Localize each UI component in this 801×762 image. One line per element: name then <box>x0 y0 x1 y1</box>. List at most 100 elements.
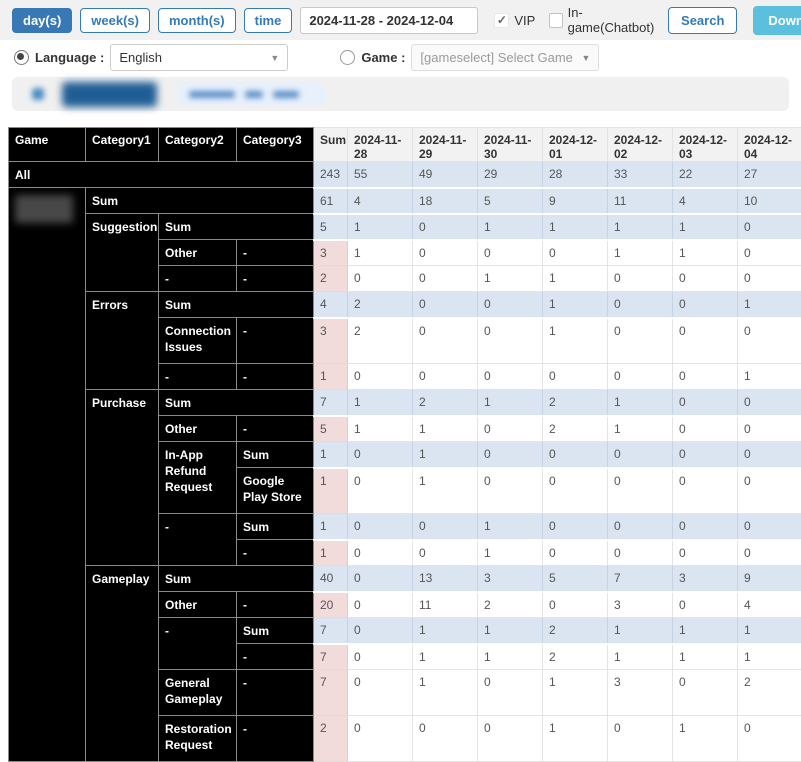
language-select[interactable]: English ▼ <box>110 44 288 71</box>
value-cell: 0 <box>413 318 478 364</box>
ingame-checkbox[interactable]: ✓ In-game(Chatbot) <box>549 5 656 35</box>
value-cell: 1 <box>738 292 801 318</box>
check-icon: ✓ <box>497 14 507 26</box>
chevron-down-icon: ▼ <box>582 53 591 63</box>
value-cell: 0 <box>413 240 478 266</box>
value-cell: 0 <box>543 442 608 468</box>
value-cell: 0 <box>738 214 801 240</box>
value-cell: 0 <box>543 364 608 390</box>
redacted-button-group[interactable] <box>177 82 325 106</box>
value-cell: 1 <box>413 670 478 716</box>
header-cell-game: Game <box>9 128 86 162</box>
value-cell: 0 <box>608 364 673 390</box>
vip-checkbox[interactable]: ✓ VIP <box>494 13 535 28</box>
value-cell: 1 <box>478 390 543 416</box>
language-radio[interactable] <box>14 50 29 65</box>
value-cell: 0 <box>478 240 543 266</box>
header-cell-2024-12-03: 2024-12-03 <box>673 128 738 162</box>
value-cell: 5 <box>543 566 608 592</box>
category-cell: Other <box>159 592 237 618</box>
search-button[interactable]: Search <box>668 7 737 34</box>
category-cell: Sum <box>237 442 314 468</box>
value-cell: 5 <box>478 188 543 214</box>
value-cell: 0 <box>413 266 478 292</box>
value-cell: 0 <box>673 442 738 468</box>
value-cell: 0 <box>478 468 543 514</box>
value-cell: 3 <box>608 592 673 618</box>
sum-cell: 1 <box>314 514 348 540</box>
period-button-days[interactable]: day(s) <box>12 8 72 33</box>
value-cell: 0 <box>348 566 413 592</box>
sum-cell: 7 <box>314 670 348 716</box>
value-cell: 28 <box>543 162 608 188</box>
game-cell <box>9 188 86 762</box>
header-cell-2024-12-04: 2024-12-04 <box>738 128 801 162</box>
value-cell: 2 <box>413 390 478 416</box>
value-cell: 1 <box>738 364 801 390</box>
date-range-input[interactable] <box>300 7 478 34</box>
category-cell: Sum <box>159 566 314 592</box>
value-cell: 0 <box>738 442 801 468</box>
value-cell: 0 <box>673 540 738 566</box>
redacted-primary-button[interactable] <box>62 82 157 107</box>
value-cell: 0 <box>413 214 478 240</box>
category-cell: - <box>159 514 237 566</box>
sum-cell: 2 <box>314 266 348 292</box>
category-cell: - <box>237 540 314 566</box>
value-cell: 0 <box>348 592 413 618</box>
value-cell: 1 <box>673 618 738 644</box>
value-cell: 0 <box>478 292 543 318</box>
category-cell: In-App Refund Request <box>159 442 237 514</box>
value-cell: 3 <box>673 566 738 592</box>
value-cell: 18 <box>413 188 478 214</box>
category-cell: Sum <box>86 188 314 214</box>
value-cell: 7 <box>608 566 673 592</box>
value-cell: 0 <box>673 318 738 364</box>
category-cell: - <box>237 670 314 716</box>
value-cell: 1 <box>413 468 478 514</box>
header-cell-category1: Category1 <box>86 128 159 162</box>
vip-checkbox-box[interactable]: ✓ <box>494 13 509 28</box>
game-select[interactable]: [gameselect] Select Game ▼ <box>411 44 599 71</box>
period-button-weeks[interactable]: week(s) <box>80 8 150 33</box>
value-cell: 33 <box>608 162 673 188</box>
game-name-redacted <box>15 195 73 223</box>
value-cell: 0 <box>738 240 801 266</box>
value-cell: 0 <box>348 644 413 670</box>
period-button-time[interactable]: time <box>244 8 293 33</box>
language-select-value: English <box>119 50 162 65</box>
category-cell: Errors <box>86 292 159 390</box>
value-cell: 1 <box>673 240 738 266</box>
download-button[interactable]: Download <box>753 6 801 35</box>
value-cell: 0 <box>543 468 608 514</box>
sum-cell: 40 <box>314 566 348 592</box>
sum-cell: 3 <box>314 318 348 364</box>
top-toolbar: day(s) week(s) month(s) time ✓ VIP ✓ In-gam… <box>0 0 801 40</box>
value-cell: 0 <box>413 540 478 566</box>
redacted-text <box>273 91 299 98</box>
value-cell: 0 <box>738 540 801 566</box>
value-cell: 55 <box>348 162 413 188</box>
period-buttons: day(s) week(s) month(s) time <box>12 8 292 33</box>
game-radio[interactable] <box>340 50 355 65</box>
category-cell: - <box>237 644 314 670</box>
vip-label: VIP <box>514 13 535 28</box>
redacted-text <box>245 91 263 98</box>
value-cell: 0 <box>608 266 673 292</box>
value-cell: 0 <box>673 514 738 540</box>
value-cell: 2 <box>543 416 608 442</box>
value-cell: 1 <box>608 240 673 266</box>
category-cell: - <box>159 266 237 292</box>
value-cell: 0 <box>673 592 738 618</box>
value-cell: 1 <box>543 318 608 364</box>
sum-cell: 1 <box>314 540 348 566</box>
sum-cell: 5 <box>314 416 348 442</box>
value-cell: 0 <box>738 390 801 416</box>
value-cell: 4 <box>673 188 738 214</box>
value-cell: 0 <box>673 364 738 390</box>
ingame-checkbox-box[interactable]: ✓ <box>549 13 562 28</box>
header-cell-sum: Sum <box>314 128 348 162</box>
value-cell: 0 <box>478 318 543 364</box>
period-button-months[interactable]: month(s) <box>158 8 236 33</box>
category-cell: General Gameplay <box>159 670 237 716</box>
